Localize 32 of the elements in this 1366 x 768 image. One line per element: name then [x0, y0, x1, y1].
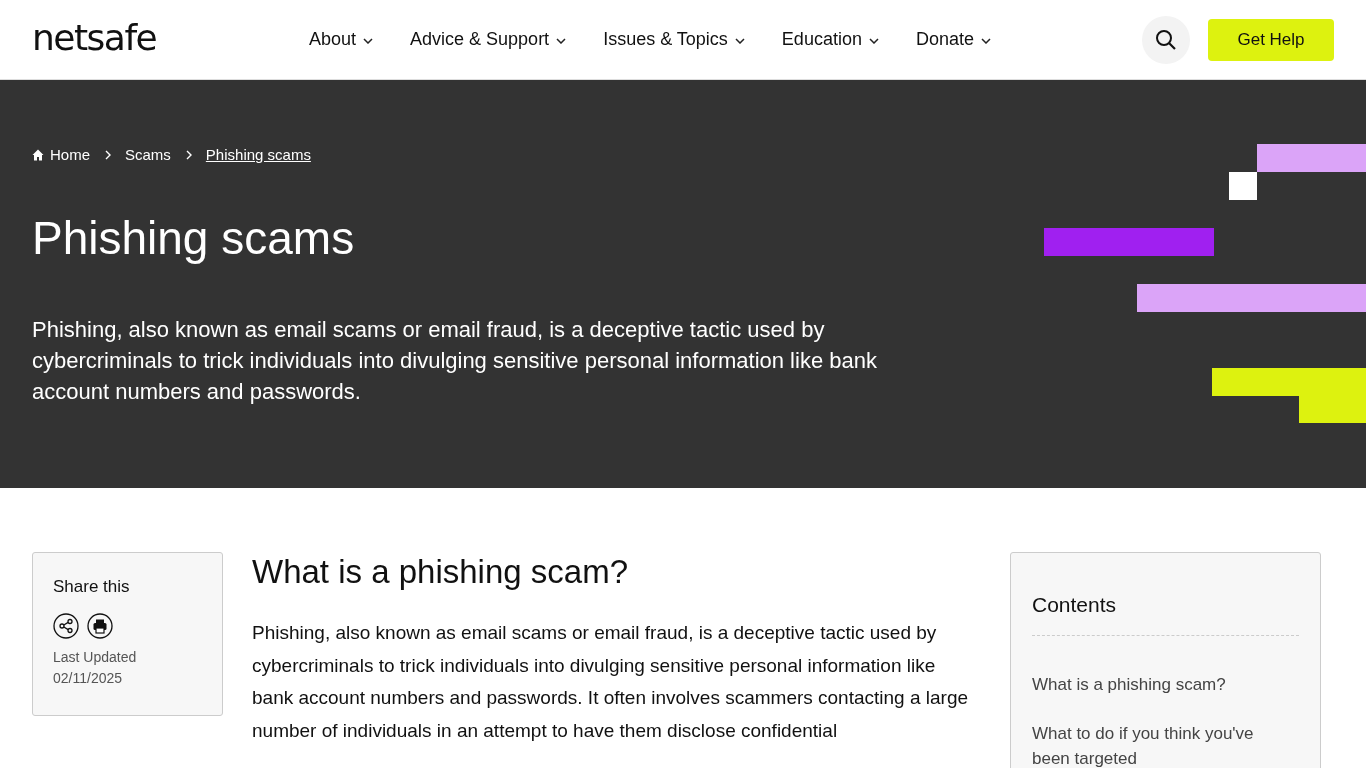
chevron-right-icon [185, 149, 192, 160]
article-paragraph: Phishing, also known as email scams or email fraud, is a deceptive tactic used by cybercriminals to trick individuals into divulging sensitive personal information like bank account numbers and passwords. It often involves scammers contacting a large number of individuals in an attempt to have them disclose confidential [252, 621, 970, 743]
contents-link[interactable]: What to do if you think you've been targeted [1032, 721, 1299, 768]
search-button[interactable] [1142, 15, 1190, 64]
last-updated-date: 02/11/2025 [53, 669, 124, 688]
nav-menu-item[interactable]: Donate [915, 29, 991, 50]
breadcrumb-link[interactable]: Phishing scams [205, 146, 311, 163]
nav-menu-item[interactable]: Issues & Topics [603, 29, 745, 50]
last-updated-label: Last Updated [53, 648, 138, 667]
print-icon[interactable] [87, 613, 113, 639]
chevron-down-icon [980, 37, 991, 44]
contents-link[interactable]: What is a phishing scam? [1032, 672, 1299, 697]
section-heading: What is a phishing scam? [252, 552, 629, 592]
nav-menu-item[interactable]: Advice & Support [410, 29, 567, 50]
share-icon[interactable] [53, 613, 79, 639]
intro-text: Phishing, also known as email scams or email fraud, is a deceptive tactic used by cybercriminals to trick individuals into divulging sensitive personal information like bank account numbers and passwords. [32, 315, 878, 406]
home-icon [32, 148, 44, 161]
page-title: Phishing scams [32, 213, 355, 264]
logo[interactable]: netsafe [32, 17, 182, 58]
nav-menu-item[interactable]: Education [781, 29, 879, 50]
chevron-down-icon [556, 37, 567, 44]
nav-menu-item[interactable]: About [309, 29, 374, 50]
breadcrumb-link[interactable]: Home [50, 146, 90, 163]
share-title: Share this [53, 577, 131, 597]
chevron-down-icon [734, 37, 745, 44]
chevron-down-icon [868, 37, 879, 44]
chevron-right-icon [105, 149, 111, 160]
contents-title: Contents [1032, 593, 1299, 636]
breadcrumb-link[interactable]: Scams [125, 146, 171, 163]
chevron-down-icon [363, 37, 374, 44]
search-icon [1155, 28, 1177, 51]
get-help-button[interactable]: Get Help [1208, 18, 1334, 61]
